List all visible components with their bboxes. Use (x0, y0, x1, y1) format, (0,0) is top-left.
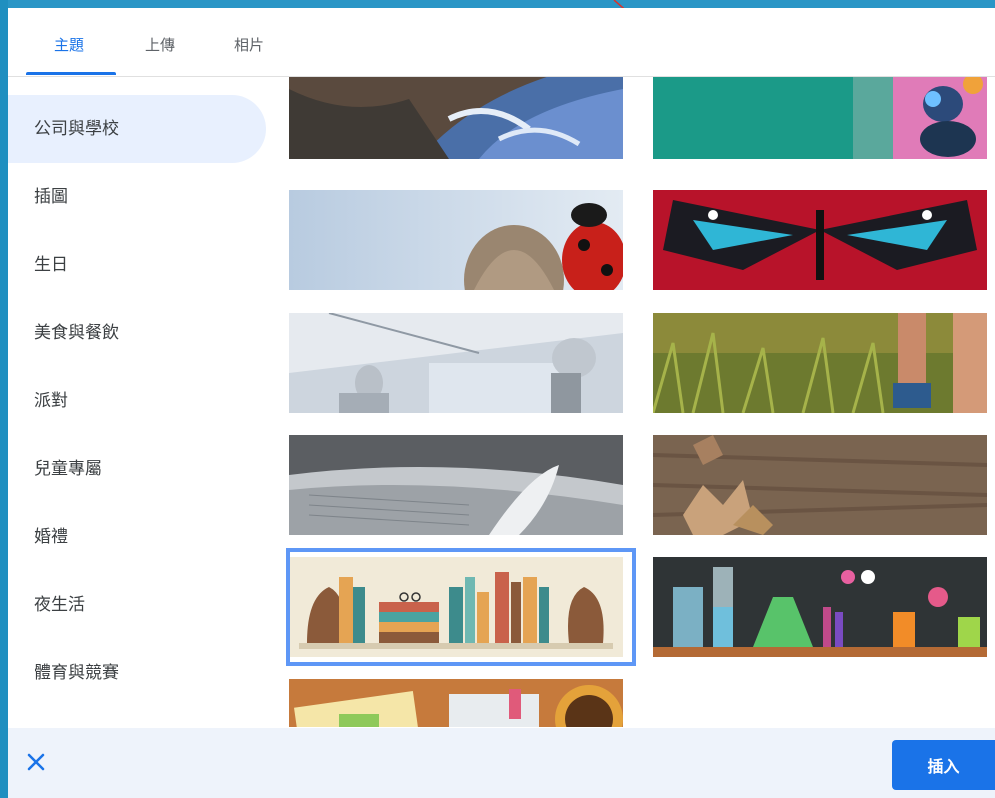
sidebar-item-party[interactable]: 派對 (8, 367, 266, 435)
active-tab-indicator (26, 72, 116, 75)
blue-butterfly-image[interactable] (653, 190, 987, 290)
tab-bar: 主題 上傳 相片 (8, 8, 995, 77)
sidebar-item-food-dining[interactable]: 美食與餐飲 (8, 299, 266, 367)
sidebar-item-sports[interactable]: 體育與競賽 (8, 639, 266, 707)
leaves-on-wood-image[interactable] (653, 435, 987, 535)
sidebar-item-wedding[interactable]: 婚禮 (8, 503, 266, 571)
background-edge (0, 0, 8, 798)
earth-from-space-image[interactable] (289, 77, 623, 159)
image-grid (278, 77, 995, 727)
open-book-feather-image[interactable] (289, 435, 623, 535)
dialog-footer: 插入 (8, 728, 995, 798)
teal-insect-macro-image[interactable] (653, 77, 987, 159)
bookshelf-illustration-image[interactable] (289, 557, 623, 657)
sidebar-item-birthday[interactable]: 生日 (8, 231, 266, 299)
sidebar-item-kids[interactable]: 兒童專屬 (8, 435, 266, 503)
tab-upload[interactable]: 上傳 (145, 34, 175, 55)
tab-themes[interactable]: 主題 (54, 34, 84, 55)
desk-notes-coffee-image[interactable] (289, 679, 623, 727)
background-strip (0, 0, 995, 8)
sidebar-item-business-school[interactable]: 公司與學校 (8, 95, 266, 163)
grass-runner-image[interactable] (653, 313, 987, 413)
tab-photos[interactable]: 相片 (234, 34, 264, 55)
chemistry-lab-image[interactable] (653, 557, 987, 657)
sidebar-item-illustrations[interactable]: 插圖 (8, 163, 266, 231)
category-sidebar: 公司與學校 插圖 生日 美食與餐飲 派對 兒童專屬 婚禮 夜生活 體育與競賽 (8, 77, 278, 727)
robots-room-image[interactable] (289, 313, 623, 413)
close-icon[interactable] (22, 748, 50, 776)
ladybug-seed-image[interactable] (289, 190, 623, 290)
theme-picker-dialog: 主題 上傳 相片 公司與學校 插圖 生日 美食與餐飲 派對 兒童專屬 婚禮 夜生… (8, 8, 995, 798)
insert-button[interactable]: 插入 (892, 740, 995, 790)
sidebar-item-nightlife[interactable]: 夜生活 (8, 571, 266, 639)
